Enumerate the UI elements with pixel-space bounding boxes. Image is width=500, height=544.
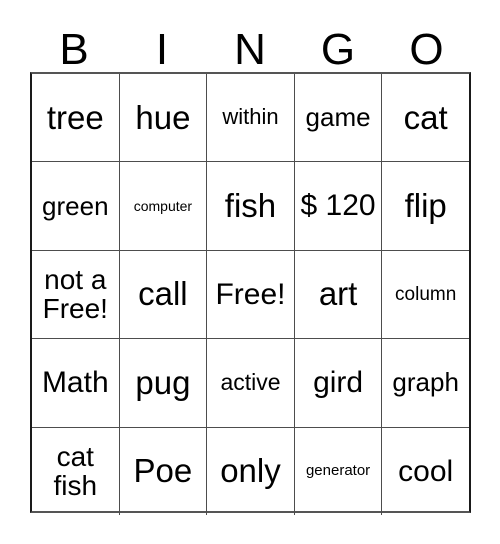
bingo-cell[interactable]: art <box>293 250 382 339</box>
bingo-cell-label: within <box>222 104 279 130</box>
bingo-cell[interactable]: computer <box>118 162 207 250</box>
bingo-cell[interactable]: only <box>206 427 294 515</box>
bingo-cell-label: flip <box>404 186 447 224</box>
bingo-card: B I N G O tree hue within game cat green… <box>0 0 500 544</box>
bingo-cell-label: not a Free! <box>42 264 108 325</box>
bingo-cell[interactable]: not a Free! <box>32 251 119 338</box>
bingo-cell-label: Free! <box>215 277 286 311</box>
bingo-header-letter-n: N <box>234 25 266 74</box>
bingo-cell[interactable]: game <box>293 74 382 162</box>
bingo-cell-label: game <box>305 102 371 133</box>
bingo-row: cat fish Poe only generator cool <box>32 426 469 515</box>
bingo-header-letter-i: I <box>155 25 169 74</box>
bingo-cell-label: pug <box>135 363 191 401</box>
bingo-header-letter-o: O <box>409 25 444 74</box>
bingo-cell[interactable]: graph <box>381 339 469 427</box>
bingo-header-letter-b: B <box>59 25 89 74</box>
bingo-cell-label: art <box>318 275 358 313</box>
bingo-cell-label: cool <box>398 454 454 488</box>
bingo-cell[interactable]: green <box>32 162 119 249</box>
bingo-cell-label: column <box>395 283 457 305</box>
bingo-row: Math pug active gird graph <box>32 338 469 427</box>
bingo-cell-label: cat fish <box>53 441 98 502</box>
bingo-cell[interactable]: flip <box>381 162 469 250</box>
bingo-cell-label: fish <box>224 186 277 224</box>
bingo-cell[interactable]: generator <box>293 427 382 515</box>
bingo-cell[interactable]: Poe <box>118 427 207 515</box>
bingo-cell-label: tree <box>46 98 104 136</box>
bingo-cell[interactable]: gird <box>293 339 382 427</box>
bingo-cell-label: Poe <box>133 452 193 490</box>
bingo-grid: tree hue within game cat green computer … <box>30 72 471 515</box>
bingo-cell[interactable]: cat fish <box>32 428 119 515</box>
bingo-cell-label: active <box>220 368 281 395</box>
bingo-cell[interactable]: Math <box>32 339 119 426</box>
bingo-cell-label: cat <box>403 98 448 136</box>
bingo-cell-label: graph <box>392 367 459 398</box>
bingo-row: tree hue within game cat <box>32 74 469 162</box>
bingo-cell[interactable]: $ 120 <box>293 162 382 250</box>
bingo-cell-free[interactable]: Free! <box>206 250 294 339</box>
bingo-cell[interactable]: pug <box>118 339 207 427</box>
bingo-cell[interactable]: fish <box>206 162 294 250</box>
bingo-row: not a Free! call Free! art column <box>32 249 469 339</box>
bingo-cell-label: only <box>220 452 281 490</box>
bingo-cell[interactable]: hue <box>118 74 207 162</box>
bingo-cell-label: green <box>42 190 109 221</box>
bingo-header-letter-g: G <box>320 25 356 74</box>
bingo-cell[interactable]: call <box>118 250 207 339</box>
bingo-cell[interactable]: within <box>206 74 294 162</box>
bingo-row: green computer fish $ 120 flip <box>32 161 469 250</box>
bingo-header-row: B I N G O <box>30 16 471 72</box>
bingo-cell-label: generator <box>305 462 371 480</box>
bingo-cell[interactable]: active <box>206 339 294 427</box>
bingo-cell-label: hue <box>135 98 191 136</box>
bingo-cell-label: gird <box>313 366 364 400</box>
bingo-cell[interactable]: cat <box>381 74 469 162</box>
bingo-cell-label: computer <box>133 197 193 214</box>
bingo-cell-label: $ 120 <box>300 189 376 223</box>
bingo-cell[interactable]: tree <box>32 74 119 161</box>
bingo-cell[interactable]: column <box>381 250 469 339</box>
bingo-cell[interactable]: cool <box>381 427 469 515</box>
bingo-cell-label: Math <box>41 366 109 400</box>
bingo-cell-label: call <box>138 275 188 313</box>
